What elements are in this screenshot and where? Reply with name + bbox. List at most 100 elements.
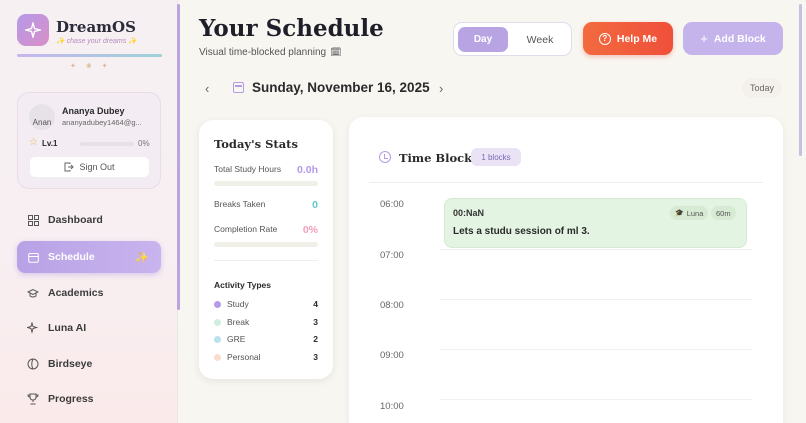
type-name: Break: [227, 317, 250, 327]
sidebar-item-luna-ai[interactable]: Luna AI: [17, 312, 161, 344]
sidebar-scrollbar[interactable]: [177, 4, 180, 310]
sidebar-item-label: Luna AI: [48, 322, 87, 334]
event-time: 00:NaN: [453, 208, 485, 218]
help-me-button[interactable]: ? Help Me: [583, 22, 673, 55]
type-count: 3: [313, 352, 318, 362]
hour-label: 07:00: [380, 250, 404, 261]
activity-type-gre: GRE 2: [214, 334, 318, 346]
time-blocks-card: Time Blocks 1 blocks 06:00 07:00 08:00 0…: [349, 117, 783, 423]
type-dot: [214, 354, 221, 361]
activity-type-personal: Personal 3: [214, 352, 318, 364]
completion-rate-bar: [214, 242, 318, 247]
type-dot: [214, 301, 221, 308]
hour-gridline: [440, 299, 752, 300]
completion-rate-value: 0%: [302, 224, 318, 236]
type-count: 2: [313, 334, 318, 344]
page-title: Your Schedule: [199, 15, 384, 42]
sidebar-item-label: Dashboard: [48, 214, 103, 226]
type-dot: [214, 319, 221, 326]
sidebar-item-birdseye[interactable]: Birdseye: [17, 348, 161, 380]
event-title: Lets a studu session of ml 3.: [453, 226, 590, 237]
stats-divider: [214, 260, 318, 261]
hour-label: 10:00: [380, 401, 404, 412]
event-duration-tag: 60m: [711, 206, 736, 220]
type-name: Personal: [227, 352, 261, 362]
today-button[interactable]: Today: [742, 78, 782, 98]
sign-out-icon: [64, 162, 75, 172]
next-day-button[interactable]: ›: [439, 81, 443, 96]
study-hours-value: 0.0h: [296, 164, 318, 176]
study-hours-bar: [214, 181, 318, 186]
logo-icon[interactable]: [17, 14, 49, 46]
type-dot: [214, 336, 221, 343]
type-name: Study: [227, 299, 249, 309]
calendar-emoji-icon: 🗓: [330, 47, 342, 57]
blocks-count-badge: 1 blocks: [471, 148, 521, 166]
plus-icon: +: [700, 31, 708, 46]
subtitle-text: Visual time-blocked planning: [199, 47, 327, 58]
grid-icon: [27, 214, 39, 226]
sidebar-item-progress[interactable]: Progress: [17, 383, 161, 415]
hour-label: 08:00: [380, 300, 404, 311]
question-icon: ?: [598, 32, 611, 45]
sidebar-item-academics[interactable]: Academics: [17, 277, 161, 309]
stat-label: Completion Rate: [214, 224, 278, 234]
hour-label: 09:00: [380, 350, 404, 361]
hour-gridline: [440, 399, 752, 400]
current-date: Sunday, November 16, 2025: [252, 80, 430, 95]
stat-label: Total Study Hours: [214, 164, 282, 174]
activity-types-title: Activity Types: [214, 280, 272, 290]
week-view-button[interactable]: Week: [514, 27, 566, 52]
page-subtitle: Visual time-blocked planning 🗓: [199, 47, 342, 58]
hour-label: 06:00: [380, 199, 404, 210]
view-toggle: Day Week: [453, 22, 572, 56]
app-tagline: ✨ chase your dreams ✨: [56, 38, 137, 45]
avatar[interactable]: Anan: [29, 104, 55, 130]
previous-day-button[interactable]: ‹: [205, 81, 209, 96]
sidebar-item-label: Birdseye: [48, 358, 93, 370]
add-block-button[interactable]: + Add Block: [683, 22, 783, 55]
type-count: 3: [313, 317, 318, 327]
sidebar-item-label: Academics: [48, 287, 104, 299]
activity-type-break: Break 3: [214, 317, 318, 329]
day-view-button[interactable]: Day: [458, 27, 508, 52]
compass-icon: [27, 358, 39, 370]
todays-stats-card: Today's Stats Total Study Hours 0.0h Bre…: [199, 120, 333, 379]
sidebar-item-label: Progress: [48, 393, 94, 405]
trophy-icon: [27, 393, 39, 405]
sparkle-icon: ✨: [135, 251, 149, 264]
hour-gridline: [440, 249, 752, 250]
activity-type-study: Study 4: [214, 299, 318, 311]
sign-out-label: Sign Out: [79, 162, 115, 172]
sign-out-button[interactable]: Sign Out: [29, 156, 150, 178]
star-icon: ☆: [29, 137, 38, 148]
event-tag-label: Luna: [686, 208, 704, 218]
user-name: Ananya Dubey: [62, 106, 125, 116]
sidebar-item-dashboard[interactable]: Dashboard: [17, 204, 161, 236]
breaks-value: 0: [312, 199, 318, 211]
event-source-tag: 🎓 Luna: [670, 206, 709, 220]
logo-divider: [17, 54, 162, 57]
graduation-cap-icon: 🎓: [675, 210, 684, 217]
type-name: GRE: [227, 334, 246, 344]
calendar-icon: [27, 251, 39, 263]
hour-gridline: [440, 349, 752, 350]
time-block-event[interactable]: 00:NaN 🎓 Luna 60m Lets a studu session o…: [444, 198, 747, 248]
divider: [369, 182, 763, 183]
type-count: 4: [313, 299, 318, 309]
clock-icon: [379, 151, 391, 163]
calendar-icon: [233, 82, 244, 93]
user-card: Anan Ananya Dubey ananyadubey1464@g... ☆…: [17, 92, 161, 189]
stat-label: Breaks Taken: [214, 199, 266, 209]
sidebar-item-schedule[interactable]: Schedule ✨: [17, 241, 161, 273]
main-scrollbar[interactable]: [799, 4, 802, 156]
level-percent: 0%: [138, 139, 150, 148]
user-email: ananyadubey1464@g...: [62, 118, 142, 127]
sparkle-decoration: ✦ ❀ ✦: [70, 63, 112, 70]
sidebar-item-label: Schedule: [48, 251, 95, 263]
graduation-cap-icon: [27, 287, 39, 299]
add-block-label: Add Block: [713, 32, 766, 45]
stats-title: Today's Stats: [214, 137, 298, 151]
time-blocks-title: Time Blocks: [399, 151, 479, 165]
level-progress-bar: [80, 142, 134, 146]
